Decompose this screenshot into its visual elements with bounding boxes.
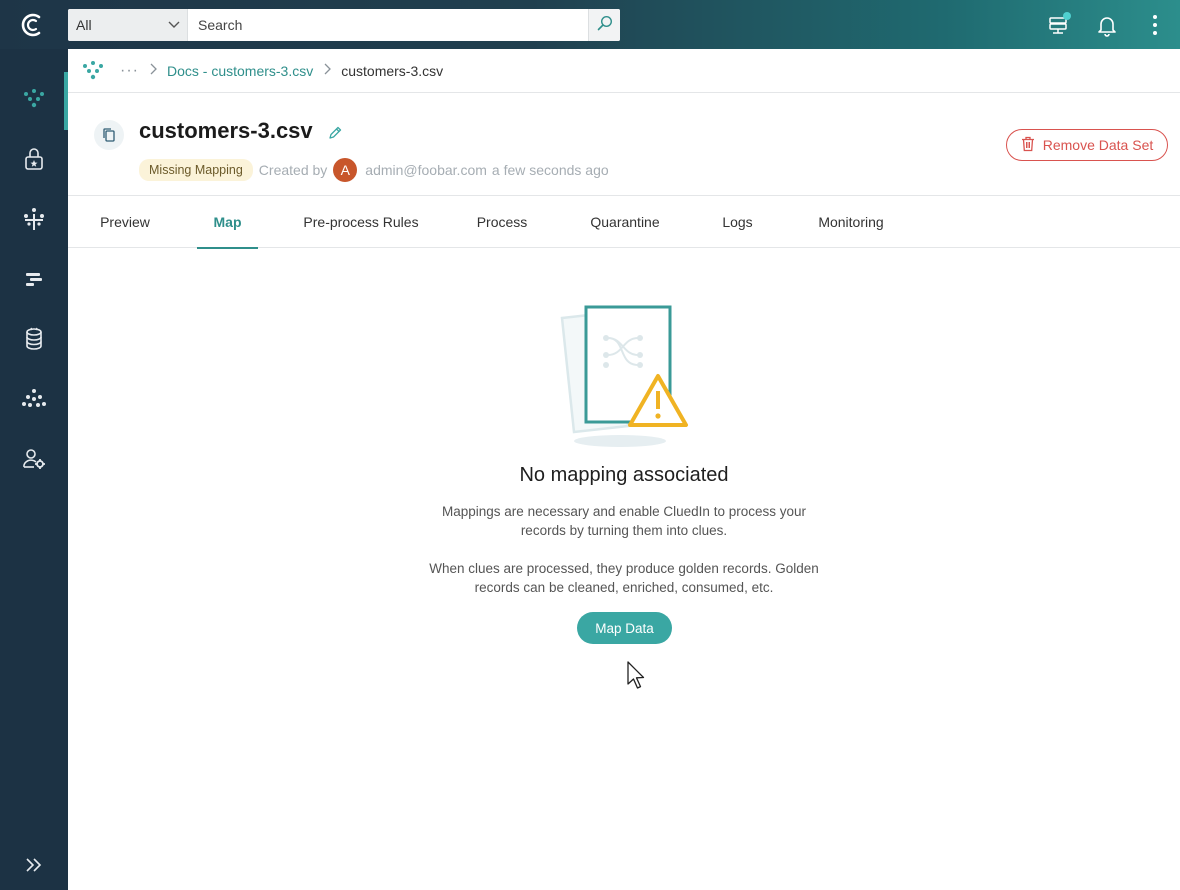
edit-pencil-icon[interactable]: [327, 125, 343, 146]
created-time: a few seconds ago: [491, 162, 609, 178]
file-copy-icon: [94, 120, 124, 150]
page-title: customers-3.csv: [139, 118, 313, 143]
dataset-header: customers-3.csv Missing Mapping Created …: [68, 93, 1180, 196]
breadcrumb: ··· Docs - customers-3.csv customers-3.c…: [68, 49, 1180, 93]
search-scope-value: All: [76, 17, 92, 33]
governance-lock-icon: [22, 146, 46, 177]
author-email: admin@foobar.com: [365, 162, 487, 178]
search-icon: [597, 15, 613, 36]
mouse-cursor-icon: [626, 660, 646, 695]
sidebar-item-database[interactable]: [0, 312, 68, 370]
sidebar-item-administration[interactable]: [0, 432, 68, 490]
remove-data-set-label: Remove Data Set: [1042, 137, 1154, 153]
tab-process[interactable]: Process: [465, 196, 539, 248]
sidebar-item-integrations[interactable]: [0, 72, 68, 130]
tab-bar: Preview Map Pre-process Rules Process Qu…: [68, 196, 1180, 249]
breadcrumb-separator-icon: [323, 63, 332, 78]
consume-icon: [21, 386, 47, 417]
top-bar: All: [0, 0, 1180, 49]
management-icon: [22, 267, 46, 296]
tab-quarantine[interactable]: Quarantine: [576, 196, 674, 248]
empty-state-line-1: Mappings are necessary and enable CluedI…: [442, 504, 806, 519]
tab-monitoring[interactable]: Monitoring: [802, 196, 900, 248]
sidebar: [0, 49, 68, 890]
empty-state-line-4: records can be cleaned, enriched, consum…: [474, 580, 774, 595]
empty-state-title: No mapping associated: [519, 464, 729, 486]
sidebar-item-governance[interactable]: [0, 132, 68, 190]
double-chevron-right-icon: [24, 856, 44, 879]
global-search: All: [68, 9, 620, 41]
notifications-bell-icon[interactable]: [1092, 10, 1122, 40]
server-status-icon[interactable]: [1044, 10, 1074, 40]
tab-preview[interactable]: Preview: [90, 196, 160, 248]
preparation-icon: [21, 206, 47, 237]
empty-state-line-3: When clues are processed, they produce g…: [429, 561, 819, 576]
search-input[interactable]: [188, 9, 588, 41]
search-scope-select[interactable]: All: [68, 9, 188, 41]
tab-pre-process-rules[interactable]: Pre-process Rules: [293, 196, 429, 248]
remove-data-set-button[interactable]: Remove Data Set: [1006, 129, 1168, 161]
status-badge: Missing Mapping: [139, 159, 253, 181]
empty-state: No mapping associated Mappings are neces…: [68, 248, 1180, 890]
missing-mapping-illustration-icon: [558, 303, 694, 453]
database-icon: [22, 326, 46, 357]
map-data-button[interactable]: Map Data: [577, 612, 672, 644]
empty-state-line-2: records by turning them into clues.: [520, 523, 728, 538]
tab-logs[interactable]: Logs: [710, 196, 765, 248]
dataset-meta: Missing Mapping Created by A admin@fooba…: [139, 158, 609, 182]
search-button[interactable]: [588, 9, 620, 41]
avatar: A: [333, 158, 358, 182]
main-content: ··· Docs - customers-3.csv customers-3.c…: [68, 49, 1180, 890]
more-vert-icon[interactable]: [1140, 10, 1170, 40]
breadcrumb-current: customers-3.csv: [341, 62, 444, 79]
integrations-icon: [21, 86, 47, 117]
breadcrumb-parent-link[interactable]: Docs - customers-3.csv: [167, 63, 313, 79]
admin-user-settings-icon: [21, 446, 47, 477]
created-by-label: Created by: [258, 162, 328, 178]
sidebar-item-consume[interactable]: [0, 372, 68, 430]
chevron-down-icon: [167, 17, 181, 34]
breadcrumb-home-icon[interactable]: [80, 58, 106, 84]
sidebar-item-preparation[interactable]: [0, 192, 68, 250]
sidebar-item-management[interactable]: [0, 252, 68, 310]
tab-map[interactable]: Map: [197, 196, 258, 249]
sidebar-expand-button[interactable]: [0, 850, 68, 884]
breadcrumb-ellipsis[interactable]: ···: [120, 62, 139, 80]
breadcrumb-separator-icon: [149, 63, 157, 78]
cluedin-logo-icon[interactable]: [14, 8, 50, 42]
trash-icon: [1021, 136, 1043, 155]
